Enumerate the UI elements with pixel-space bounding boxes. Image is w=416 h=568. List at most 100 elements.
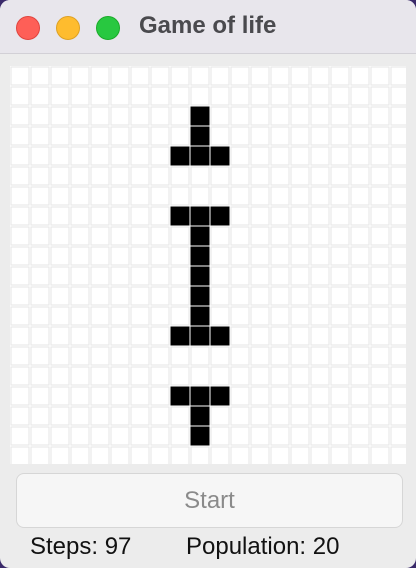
dead-cell[interactable]: [130, 386, 150, 406]
dead-cell[interactable]: [390, 426, 406, 446]
dead-cell[interactable]: [190, 446, 210, 464]
dead-cell[interactable]: [230, 246, 250, 266]
dead-cell[interactable]: [310, 346, 330, 366]
dead-cell[interactable]: [110, 346, 130, 366]
dead-cell[interactable]: [290, 86, 310, 106]
dead-cell[interactable]: [310, 126, 330, 146]
dead-cell[interactable]: [70, 346, 90, 366]
dead-cell[interactable]: [290, 166, 310, 186]
dead-cell[interactable]: [310, 326, 330, 346]
dead-cell[interactable]: [250, 226, 270, 246]
dead-cell[interactable]: [210, 426, 230, 446]
dead-cell[interactable]: [350, 206, 370, 226]
dead-cell[interactable]: [150, 186, 170, 206]
dead-cell[interactable]: [330, 246, 350, 266]
dead-cell[interactable]: [330, 446, 350, 464]
dead-cell[interactable]: [250, 366, 270, 386]
dead-cell[interactable]: [370, 186, 390, 206]
dead-cell[interactable]: [230, 386, 250, 406]
live-cell[interactable]: [190, 286, 210, 306]
dead-cell[interactable]: [110, 206, 130, 226]
dead-cell[interactable]: [330, 146, 350, 166]
dead-cell[interactable]: [50, 106, 70, 126]
dead-cell[interactable]: [10, 226, 30, 246]
live-cell[interactable]: [170, 206, 190, 226]
dead-cell[interactable]: [250, 86, 270, 106]
dead-cell[interactable]: [390, 206, 406, 226]
dead-cell[interactable]: [310, 66, 330, 86]
dead-cell[interactable]: [350, 266, 370, 286]
dead-cell[interactable]: [50, 146, 70, 166]
dead-cell[interactable]: [110, 426, 130, 446]
dead-cell[interactable]: [30, 306, 50, 326]
dead-cell[interactable]: [130, 86, 150, 106]
dead-cell[interactable]: [50, 366, 70, 386]
dead-cell[interactable]: [250, 286, 270, 306]
live-cell[interactable]: [170, 146, 190, 166]
dead-cell[interactable]: [390, 106, 406, 126]
dead-cell[interactable]: [10, 346, 30, 366]
dead-cell[interactable]: [90, 106, 110, 126]
dead-cell[interactable]: [10, 306, 30, 326]
dead-cell[interactable]: [70, 86, 90, 106]
dead-cell[interactable]: [370, 266, 390, 286]
dead-cell[interactable]: [50, 186, 70, 206]
dead-cell[interactable]: [170, 86, 190, 106]
dead-cell[interactable]: [10, 186, 30, 206]
dead-cell[interactable]: [210, 446, 230, 464]
board-grid[interactable]: [10, 66, 406, 464]
dead-cell[interactable]: [10, 326, 30, 346]
dead-cell[interactable]: [10, 426, 30, 446]
dead-cell[interactable]: [370, 246, 390, 266]
dead-cell[interactable]: [270, 146, 290, 166]
dead-cell[interactable]: [110, 126, 130, 146]
live-cell[interactable]: [170, 326, 190, 346]
dead-cell[interactable]: [270, 326, 290, 346]
dead-cell[interactable]: [130, 146, 150, 166]
dead-cell[interactable]: [230, 406, 250, 426]
dead-cell[interactable]: [210, 186, 230, 206]
dead-cell[interactable]: [310, 386, 330, 406]
dead-cell[interactable]: [270, 406, 290, 426]
dead-cell[interactable]: [310, 186, 330, 206]
dead-cell[interactable]: [50, 446, 70, 464]
dead-cell[interactable]: [210, 406, 230, 426]
dead-cell[interactable]: [230, 346, 250, 366]
dead-cell[interactable]: [250, 306, 270, 326]
dead-cell[interactable]: [210, 366, 230, 386]
dead-cell[interactable]: [10, 286, 30, 306]
dead-cell[interactable]: [390, 306, 406, 326]
dead-cell[interactable]: [290, 346, 310, 366]
live-cell[interactable]: [190, 306, 210, 326]
dead-cell[interactable]: [250, 406, 270, 426]
minimize-button[interactable]: [56, 16, 80, 40]
dead-cell[interactable]: [150, 266, 170, 286]
dead-cell[interactable]: [330, 186, 350, 206]
dead-cell[interactable]: [70, 66, 90, 86]
dead-cell[interactable]: [150, 226, 170, 246]
dead-cell[interactable]: [350, 286, 370, 306]
dead-cell[interactable]: [350, 346, 370, 366]
dead-cell[interactable]: [30, 186, 50, 206]
dead-cell[interactable]: [110, 146, 130, 166]
dead-cell[interactable]: [330, 386, 350, 406]
dead-cell[interactable]: [150, 66, 170, 86]
dead-cell[interactable]: [130, 266, 150, 286]
dead-cell[interactable]: [390, 386, 406, 406]
dead-cell[interactable]: [370, 446, 390, 464]
dead-cell[interactable]: [270, 306, 290, 326]
dead-cell[interactable]: [390, 226, 406, 246]
dead-cell[interactable]: [190, 66, 210, 86]
dead-cell[interactable]: [270, 226, 290, 246]
dead-cell[interactable]: [390, 246, 406, 266]
dead-cell[interactable]: [30, 166, 50, 186]
dead-cell[interactable]: [270, 86, 290, 106]
dead-cell[interactable]: [390, 126, 406, 146]
dead-cell[interactable]: [130, 66, 150, 86]
dead-cell[interactable]: [50, 306, 70, 326]
live-cell[interactable]: [190, 246, 210, 266]
dead-cell[interactable]: [270, 446, 290, 464]
dead-cell[interactable]: [250, 146, 270, 166]
dead-cell[interactable]: [350, 246, 370, 266]
dead-cell[interactable]: [70, 446, 90, 464]
